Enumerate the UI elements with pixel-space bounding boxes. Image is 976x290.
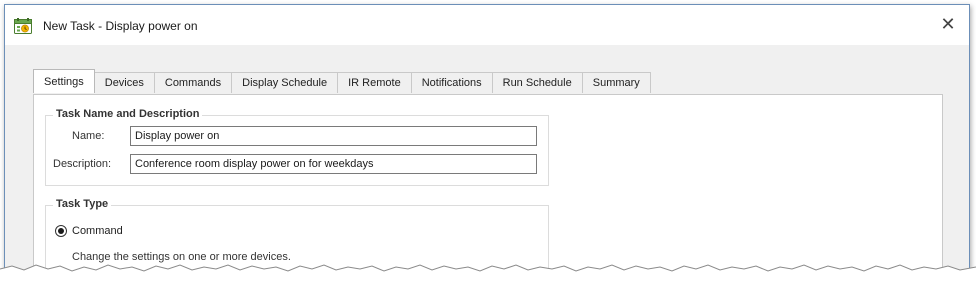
name-field[interactable]: Display power on: [130, 126, 537, 146]
tab-strip: Settings Devices Commands Display Schedu…: [33, 69, 651, 94]
description-field[interactable]: Conference room display power on for wee…: [130, 154, 537, 174]
command-radio[interactable]: [55, 225, 67, 237]
task-name-group-title: Task Name and Description: [53, 108, 203, 120]
description-label: Description:: [53, 158, 112, 170]
command-radio-label[interactable]: Command: [72, 225, 123, 237]
name-label: Name:: [72, 130, 105, 142]
tab-summary[interactable]: Summary: [581, 72, 651, 93]
command-radio-dot: [58, 228, 64, 234]
tab-notifications[interactable]: Notifications: [410, 72, 493, 93]
command-description: Change the settings on one or more devic…: [72, 251, 291, 263]
task-type-group-title: Task Type: [53, 198, 112, 210]
settings-tab-panel: Task Name and Description Name: Display …: [33, 94, 943, 277]
torn-edge: [0, 264, 976, 290]
tab-commands[interactable]: Commands: [153, 72, 233, 93]
close-button[interactable]: ✕: [937, 13, 959, 35]
tab-run-schedule[interactable]: Run Schedule: [491, 72, 583, 93]
window-title: New Task - Display power on: [43, 19, 198, 33]
tab-settings[interactable]: Settings: [33, 69, 95, 93]
tab-ir-remote[interactable]: IR Remote: [337, 72, 412, 93]
tab-display-schedule[interactable]: Display Schedule: [231, 72, 339, 93]
task-name-group: Task Name and Description Name: Display …: [45, 108, 549, 186]
task-calendar-icon: [14, 18, 32, 34]
new-task-dialog: New Task - Display power on ✕ Settings D…: [4, 4, 970, 278]
dialog-client-area: Settings Devices Commands Display Schedu…: [5, 45, 969, 277]
close-icon: ✕: [940, 14, 956, 34]
tab-devices[interactable]: Devices: [93, 72, 155, 93]
title-bar: New Task - Display power on ✕: [5, 5, 969, 45]
